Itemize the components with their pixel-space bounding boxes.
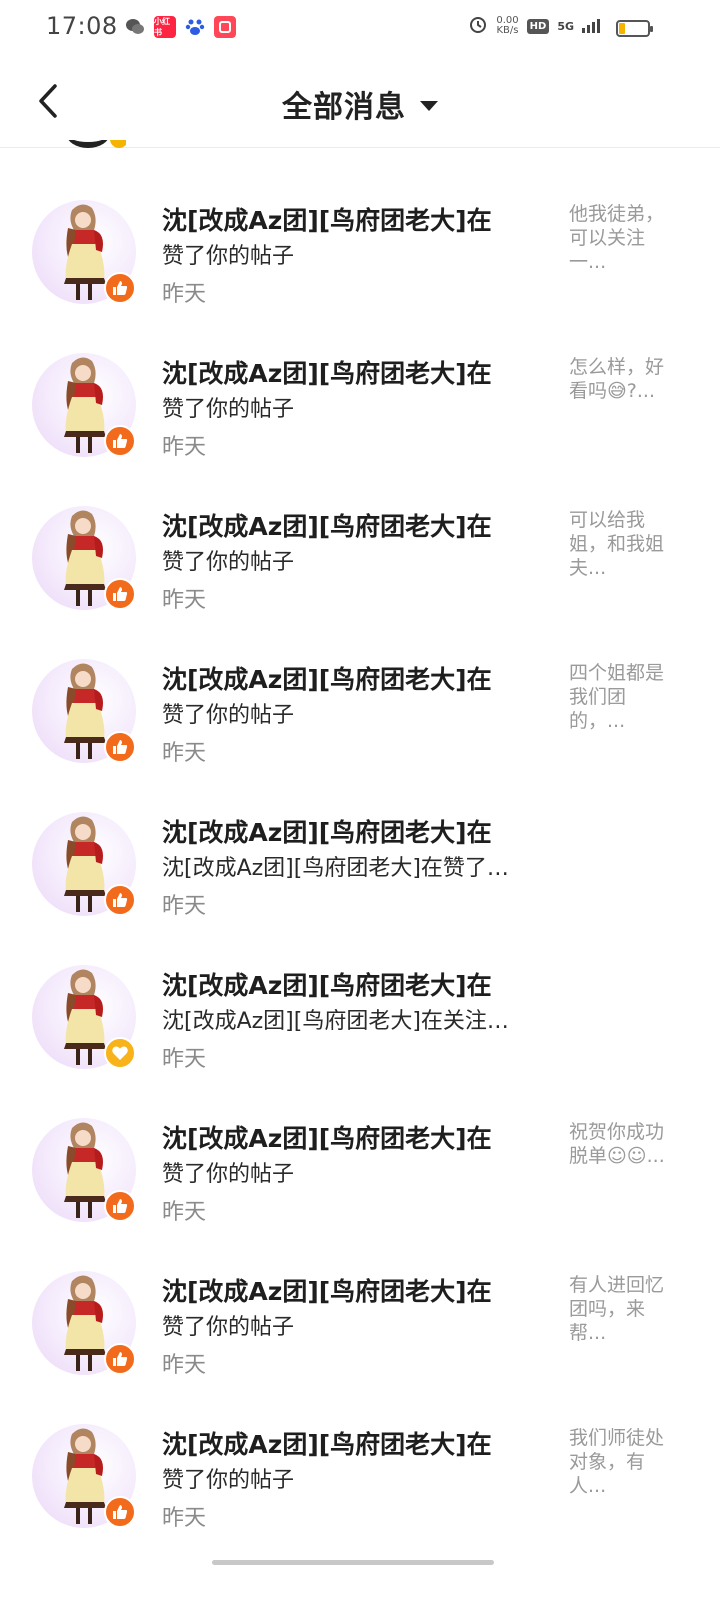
like-badge	[104, 731, 136, 763]
follow-badge	[104, 1037, 136, 1069]
post-preview[interactable]: 怎么样，好看吗😅?...	[569, 355, 675, 403]
sender-name: 沈[改成Az团][鸟府团老大]在	[162, 359, 492, 388]
sender-name: 沈[改成Az团][鸟府团老大]在	[162, 818, 492, 847]
message-time: 昨天	[162, 1506, 207, 1531]
alarm-icon	[468, 14, 488, 38]
message-time: 昨天	[162, 282, 207, 307]
like-badge	[104, 1343, 136, 1375]
message-time: 昨天	[162, 741, 207, 766]
message-item[interactable]: 沈[改成Az团][鸟府团老大]在 沈[改成Az团][鸟府团老大]在关注… 昨天	[0, 953, 720, 1106]
status-bar: 17:08 小红书 0.00 KB/s HD 5G	[0, 0, 720, 56]
hd-icon: HD	[526, 18, 550, 34]
sender-name: 沈[改成Az团][鸟府团老大]在	[162, 971, 492, 1000]
post-preview[interactable]: 我们师徒处对象，有人...	[569, 1426, 675, 1498]
network-speed: 0.00 KB/s	[496, 16, 518, 36]
post-preview[interactable]: 祝贺你成功脱单☺☺...	[569, 1120, 675, 1168]
message-item[interactable]: 沈[改成Az团][鸟府团老大]在 赞了你的帖子 昨天 他我徒弟，可以关注一...	[0, 188, 720, 341]
like-badge	[104, 272, 136, 304]
post-preview[interactable]: 可以给我姐，和我姐夫...	[569, 508, 675, 580]
message-time: 昨天	[162, 435, 207, 460]
like-badge	[104, 884, 136, 916]
message-time: 昨天	[162, 894, 207, 919]
app-icon	[214, 16, 236, 38]
triangle-down-icon	[420, 101, 438, 111]
message-time: 昨天	[162, 1200, 207, 1225]
baidu-icon	[184, 16, 206, 38]
like-badge	[104, 1496, 136, 1528]
message-item[interactable]: 沈[改成Az团][鸟府团老大]在 赞了你的帖子 昨天 我们师徒处对象，有人...	[0, 1412, 720, 1565]
message-action: 赞了你的帖子	[162, 1315, 295, 1340]
thumbs-up-icon	[113, 434, 128, 448]
message-list: 沈[改成Az团][鸟府团老大]在 赞了你的帖子 昨天 他我徒弟，可以关注一...…	[0, 188, 720, 1565]
signal-icon	[582, 19, 600, 33]
message-item[interactable]: 沈[改成Az团][鸟府团老大]在 赞了你的帖子 昨天 怎么样，好看吗😅?...	[0, 341, 720, 494]
wechat-icon	[124, 16, 146, 38]
sender-name: 沈[改成Az团][鸟府团老大]在	[162, 665, 492, 694]
thumbs-up-icon	[113, 1199, 128, 1213]
message-action: 赞了你的帖子	[162, 703, 295, 728]
message-item[interactable]: 沈[改成Az团][鸟府团老大]在 赞了你的帖子 昨天 有人进回忆团吗，来帮...	[0, 1259, 720, 1412]
sender-name: 沈[改成Az团][鸟府团老大]在	[162, 512, 492, 541]
message-action: 赞了你的帖子	[162, 1162, 295, 1187]
message-item[interactable]: 沈[改成Az团][鸟府团老大]在 赞了你的帖子 昨天 可以给我姐，和我姐夫...	[0, 494, 720, 647]
message-time: 昨天	[162, 588, 207, 613]
like-badge	[104, 578, 136, 610]
thumbs-up-icon	[113, 281, 128, 295]
post-preview[interactable]: 四个姐都是我们团的，...	[569, 661, 675, 733]
message-action: 赞了你的帖子	[162, 244, 295, 269]
heart-icon	[112, 1046, 128, 1060]
network-type: 5G	[557, 19, 574, 33]
sender-name: 沈[改成Az团][鸟府团老大]在	[162, 1430, 492, 1459]
message-item[interactable]: 沈[改成Az团][鸟府团老大]在 沈[改成Az团][鸟府团老大]在赞了… 昨天	[0, 800, 720, 953]
message-filter-dropdown[interactable]: 全部消息	[0, 82, 720, 126]
like-badge	[104, 425, 136, 457]
thumbs-up-icon	[113, 587, 128, 601]
message-time: 昨天	[162, 1047, 207, 1072]
thumbs-up-icon	[113, 740, 128, 754]
xiaohongshu-icon: 小红书	[154, 16, 176, 38]
message-item[interactable]: 沈[改成Az团][鸟府团老大]在 赞了你的帖子 昨天 四个姐都是我们团的，...	[0, 647, 720, 800]
message-action: 赞了你的帖子	[162, 550, 295, 575]
top-bar: 全部消息	[0, 56, 720, 148]
status-time: 17:08	[46, 12, 118, 40]
sender-name: 沈[改成Az团][鸟府团老大]在	[162, 1124, 492, 1153]
post-preview[interactable]: 他我徒弟，可以关注一...	[569, 202, 675, 274]
message-time: 昨天	[162, 1353, 207, 1378]
speed-unit: KB/s	[496, 25, 519, 36]
sender-name: 沈[改成Az团][鸟府团老大]在	[162, 1277, 492, 1306]
page-title: 全部消息	[282, 90, 406, 125]
thumbs-up-icon	[113, 1352, 128, 1366]
notification-icons: 小红书	[124, 16, 236, 38]
thumbs-up-icon	[113, 1505, 128, 1519]
partial-list-item	[66, 140, 126, 154]
sender-name: 沈[改成Az团][鸟府团老大]在	[162, 206, 492, 235]
message-action: 沈[改成Az团][鸟府团老大]在赞了…	[162, 856, 509, 881]
message-item[interactable]: 沈[改成Az团][鸟府团老大]在 赞了你的帖子 昨天 祝贺你成功脱单☺☺...	[0, 1106, 720, 1259]
thumbs-up-icon	[113, 893, 128, 907]
home-indicator[interactable]	[212, 1560, 494, 1565]
message-action: 沈[改成Az团][鸟府团老大]在关注…	[162, 1009, 509, 1034]
like-badge	[104, 1190, 136, 1222]
post-preview[interactable]: 有人进回忆团吗，来帮...	[569, 1273, 675, 1345]
message-action: 赞了你的帖子	[162, 1468, 295, 1493]
message-action: 赞了你的帖子	[162, 397, 295, 422]
battery-icon	[616, 20, 653, 37]
